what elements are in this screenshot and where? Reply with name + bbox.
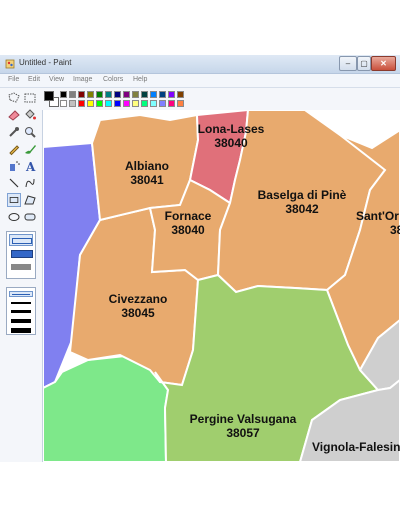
palette-swatch[interactable]: [159, 91, 166, 98]
title-bar[interactable]: Untitled - Paint – ▢ ✕: [0, 55, 400, 74]
brush-icon[interactable]: [23, 142, 37, 156]
menu-help[interactable]: Help: [133, 76, 147, 83]
line-width-2[interactable]: [11, 302, 31, 304]
palette-swatch[interactable]: [159, 100, 166, 107]
fill-bucket-icon[interactable]: [23, 108, 37, 122]
label-civezzano-name: Civezzano: [109, 292, 168, 306]
fill-style-outline-fill[interactable]: [11, 250, 33, 258]
line-width-3[interactable]: [11, 310, 31, 313]
palette-swatch[interactable]: [87, 100, 94, 107]
curve-icon[interactable]: [23, 176, 37, 190]
label-pergine-name: Pergine Valsugana: [190, 412, 297, 426]
maximize-button[interactable]: ▢: [357, 56, 371, 71]
menu-bar: File Edit View Image Colors Help: [0, 74, 400, 88]
select-icon[interactable]: [23, 91, 37, 105]
window-title: Untitled - Paint: [19, 58, 72, 67]
palette-swatch[interactable]: [78, 100, 85, 107]
label-albiano-code: 38041: [130, 173, 164, 187]
palette-swatch[interactable]: [132, 91, 139, 98]
polygon-icon[interactable]: [23, 193, 37, 207]
line-width-1[interactable]: [9, 291, 33, 297]
line-icon[interactable]: [7, 176, 21, 190]
label-fornace-name: Fornace: [165, 209, 212, 223]
label-fornace-code: 38040: [171, 223, 205, 237]
palette-swatch[interactable]: [69, 91, 76, 98]
color-picker-icon[interactable]: [7, 125, 21, 139]
menu-colors[interactable]: Colors: [103, 76, 123, 83]
label-vignola-name: Vignola-Falesin: [312, 440, 400, 454]
drawing-canvas[interactable]: Lona-Lases 38040 Albiano 38041 Fornace 3…: [43, 110, 400, 462]
palette-swatch[interactable]: [141, 91, 148, 98]
line-width-5[interactable]: [11, 328, 31, 333]
primary-color[interactable]: [44, 91, 54, 101]
municipality-map: Lona-Lases 38040 Albiano 38041 Fornace 3…: [43, 110, 400, 462]
palette-swatch[interactable]: [123, 91, 130, 98]
pencil-icon[interactable]: [7, 142, 21, 156]
palette-swatch[interactable]: [114, 100, 121, 107]
palette-swatch[interactable]: [150, 91, 157, 98]
palette-swatch[interactable]: [105, 100, 112, 107]
airbrush-icon[interactable]: [7, 159, 21, 173]
free-form-select-icon[interactable]: [7, 91, 21, 105]
menu-file[interactable]: File: [8, 76, 19, 83]
menu-view[interactable]: View: [49, 76, 64, 83]
minimize-button[interactable]: –: [339, 56, 357, 71]
palette-swatch[interactable]: [177, 100, 184, 107]
rectangle-icon[interactable]: [7, 193, 21, 207]
palette-swatch[interactable]: [96, 100, 103, 107]
palette-swatch[interactable]: [168, 91, 175, 98]
label-baselga-code: 38042: [285, 202, 319, 216]
eraser-icon[interactable]: [7, 108, 21, 122]
palette-swatch[interactable]: [132, 100, 139, 107]
palette-swatch[interactable]: [96, 91, 103, 98]
palette-swatch[interactable]: [105, 91, 112, 98]
line-width-4[interactable]: [11, 319, 31, 323]
color-palette: [42, 88, 400, 111]
menu-image[interactable]: Image: [73, 76, 92, 83]
fill-style-outline[interactable]: [9, 234, 33, 246]
text-icon[interactable]: A: [23, 159, 37, 173]
rounded-rectangle-icon[interactable]: [23, 210, 37, 224]
line-width-options: [6, 287, 36, 335]
close-button[interactable]: ✕: [371, 56, 396, 71]
fill-style-options: [6, 231, 36, 279]
palette-swatch[interactable]: [177, 91, 184, 98]
current-colors[interactable]: [44, 91, 59, 107]
fill-style-fill[interactable]: [11, 264, 31, 270]
palette-swatch[interactable]: [168, 100, 175, 107]
tool-box: A: [0, 88, 43, 462]
label-sant-or-code: 38: [390, 223, 400, 237]
ellipse-icon[interactable]: [7, 210, 21, 224]
palette-swatch[interactable]: [69, 100, 76, 107]
palette-swatch[interactable]: [78, 91, 85, 98]
magnifier-icon[interactable]: [23, 125, 37, 139]
palette-swatch[interactable]: [60, 100, 67, 107]
label-lona-lases-code: 38040: [214, 136, 248, 150]
svg-text:A: A: [25, 160, 36, 173]
palette-swatch[interactable]: [123, 100, 130, 107]
palette-swatch[interactable]: [87, 91, 94, 98]
menu-edit[interactable]: Edit: [28, 76, 40, 83]
label-albiano-name: Albiano: [125, 159, 169, 173]
paint-window: Untitled - Paint – ▢ ✕ File Edit View Im…: [0, 55, 400, 462]
label-lona-lases-name: Lona-Lases: [198, 122, 265, 136]
label-sant-or-name: Sant'Or: [356, 209, 399, 223]
paint-app-icon: [5, 59, 15, 69]
label-pergine-code: 38057: [226, 426, 260, 440]
palette-swatch[interactable]: [150, 100, 157, 107]
label-civezzano-code: 38045: [121, 306, 155, 320]
palette-swatch[interactable]: [114, 91, 121, 98]
palette-swatch[interactable]: [60, 91, 67, 98]
label-baselga-name: Baselga di Pinè: [258, 188, 347, 202]
palette-swatch[interactable]: [141, 100, 148, 107]
region-light-green: [43, 354, 170, 462]
